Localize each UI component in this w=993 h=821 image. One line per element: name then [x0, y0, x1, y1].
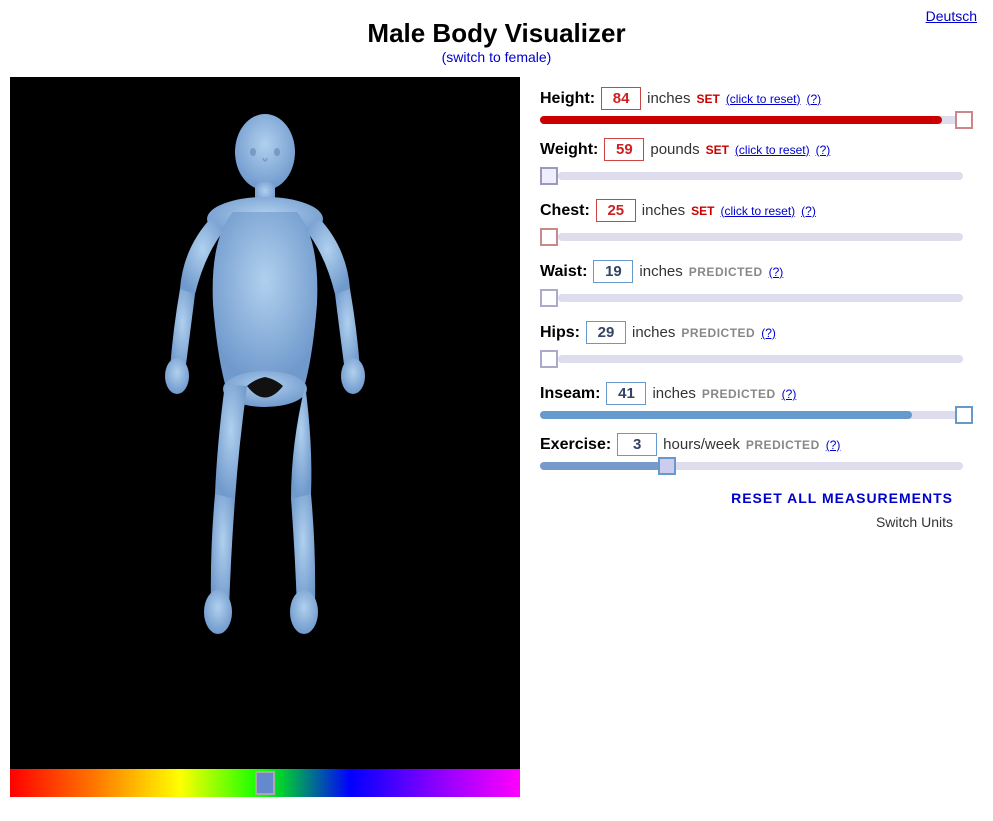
weight-help[interactable]: (?) [816, 143, 831, 157]
height-slider-wrapper [540, 116, 963, 124]
exercise-slider-thumb[interactable] [658, 457, 676, 475]
page-title: Male Body Visualizer [0, 18, 993, 49]
page-header: Male Body Visualizer (switch to female) [0, 0, 993, 77]
inseam-slider-wrapper [540, 411, 963, 419]
switch-units-button[interactable]: Switch Units [876, 514, 953, 530]
height-unit: inches [647, 90, 690, 107]
waist-slider-track[interactable] [558, 294, 963, 302]
hips-row: Hips: 29 inches PREDICTED (?) [540, 321, 963, 368]
waist-help[interactable]: (?) [769, 265, 784, 279]
inseam-label: Inseam: [540, 385, 600, 403]
height-help[interactable]: (?) [807, 92, 822, 106]
weight-label: Weight: [540, 141, 598, 159]
weight-status: SET [706, 143, 729, 157]
switch-gender-link[interactable]: (switch to female) [442, 49, 552, 65]
waist-value[interactable]: 19 [593, 260, 633, 283]
reset-all-button[interactable]: RESET ALL MEASUREMENTS [731, 490, 953, 506]
visualizer-panel [10, 77, 520, 797]
hips-value[interactable]: 29 [586, 321, 626, 344]
inseam-slider-thumb[interactable] [955, 406, 973, 424]
exercise-slider-track[interactable] [540, 462, 963, 470]
exercise-status: PREDICTED [746, 438, 820, 452]
hips-status: PREDICTED [681, 326, 755, 340]
chest-help[interactable]: (?) [801, 204, 816, 218]
inseam-help[interactable]: (?) [782, 387, 797, 401]
color-bar-thumb[interactable] [255, 771, 275, 795]
color-bar[interactable] [10, 769, 520, 797]
weight-row: Weight: 59 pounds SET (click to reset) (… [540, 138, 963, 185]
weight-value[interactable]: 59 [604, 138, 644, 161]
weight-slider-track[interactable] [558, 172, 963, 180]
height-slider-track[interactable] [540, 116, 963, 124]
exercise-slider-wrapper [540, 462, 963, 470]
chest-status: SET [691, 204, 714, 218]
exercise-slider-fill [540, 462, 667, 470]
inseam-value[interactable]: 41 [606, 382, 646, 405]
exercise-help[interactable]: (?) [826, 438, 841, 452]
height-reset[interactable]: (click to reset) [726, 92, 801, 106]
chest-slider-track[interactable] [558, 233, 963, 241]
hips-slider-wrapper [540, 350, 963, 368]
chest-slider-wrapper [540, 228, 963, 246]
body-figure-svg [145, 104, 385, 744]
chest-label: Chest: [540, 202, 590, 220]
waist-label: Waist: [540, 263, 587, 281]
exercise-value[interactable]: 3 [617, 433, 657, 456]
waist-unit: inches [639, 263, 682, 280]
height-slider-fill [540, 116, 942, 124]
chest-reset[interactable]: (click to reset) [720, 204, 795, 218]
exercise-label: Exercise: [540, 436, 611, 454]
inseam-slider-fill [540, 411, 912, 419]
waist-slider-thumb-left[interactable] [540, 289, 558, 307]
inseam-row: Inseam: 41 inches PREDICTED (?) [540, 382, 963, 419]
hips-unit: inches [632, 324, 675, 341]
exercise-unit: hours/week [663, 436, 740, 453]
inseam-status: PREDICTED [702, 387, 776, 401]
waist-row: Waist: 19 inches PREDICTED (?) [540, 260, 963, 307]
inseam-unit: inches [652, 385, 695, 402]
chest-unit: inches [642, 202, 685, 219]
main-content: Height: 84 inches SET (click to reset) (… [0, 77, 993, 797]
waist-status: PREDICTED [689, 265, 763, 279]
hips-slider-thumb-left[interactable] [540, 350, 558, 368]
controls-panel: Height: 84 inches SET (click to reset) (… [520, 77, 983, 540]
height-slider-thumb[interactable] [955, 111, 973, 129]
hips-help[interactable]: (?) [761, 326, 776, 340]
height-value[interactable]: 84 [601, 87, 641, 110]
weight-slider-wrapper [540, 167, 963, 185]
language-link[interactable]: Deutsch [926, 8, 977, 24]
weight-unit: pounds [650, 141, 699, 158]
chest-row: Chest: 25 inches SET (click to reset) (?… [540, 199, 963, 246]
exercise-row: Exercise: 3 hours/week PREDICTED (?) [540, 433, 963, 470]
height-label: Height: [540, 90, 595, 108]
chest-slider-thumb-left[interactable] [540, 228, 558, 246]
chest-value[interactable]: 25 [596, 199, 636, 222]
body-figure [10, 79, 520, 769]
hips-slider-track[interactable] [558, 355, 963, 363]
inseam-slider-track[interactable] [540, 411, 963, 419]
hips-label: Hips: [540, 324, 580, 342]
height-status: SET [696, 92, 719, 106]
weight-reset[interactable]: (click to reset) [735, 143, 810, 157]
weight-slider-thumb-left[interactable] [540, 167, 558, 185]
bottom-actions: RESET ALL MEASUREMENTS Switch Units [540, 490, 963, 530]
waist-slider-wrapper [540, 289, 963, 307]
height-row: Height: 84 inches SET (click to reset) (… [540, 87, 963, 124]
